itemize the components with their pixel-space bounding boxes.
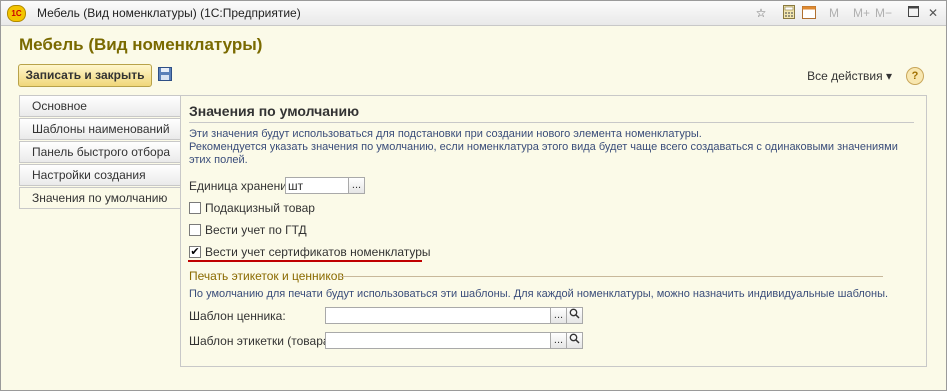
- title-bar: 1С Мебель (Вид номенклатуры) (1С:Предпри…: [1, 1, 946, 26]
- price-template-select-button[interactable]: ...: [550, 307, 567, 324]
- calendar-icon[interactable]: [801, 5, 817, 21]
- tab-default-values[interactable]: Значения по умолчанию: [19, 187, 181, 209]
- memory-plus-button[interactable]: M+: [853, 6, 870, 20]
- section-description: Эти значения будут использоваться для по…: [189, 128, 919, 167]
- window-title: Мебель (Вид номенклатуры) (1С:Предприяти…: [37, 6, 301, 20]
- app-window: 1С Мебель (Вид номенклатуры) (1С:Предпри…: [0, 0, 947, 391]
- tab-quick-filter[interactable]: Панель быстрого отбора: [19, 141, 181, 163]
- description-line-1: Эти значения будут использоваться для по…: [189, 128, 702, 140]
- print-group-description: По умолчанию для печати будут использова…: [189, 288, 889, 300]
- unit-label: Единица хранения:: [189, 179, 297, 193]
- unit-select-button[interactable]: ...: [348, 177, 365, 194]
- close-icon[interactable]: ✕: [925, 5, 941, 21]
- form-title: Мебель (Вид номенклатуры): [19, 35, 263, 54]
- section-divider: [189, 122, 914, 123]
- page-tabs: Основное Шаблоны наименований Панель быс…: [19, 95, 181, 210]
- memory-m-button[interactable]: M: [829, 6, 839, 20]
- tab-name-templates[interactable]: Шаблоны наименований: [19, 118, 181, 140]
- tab-creation-settings[interactable]: Настройки создания: [19, 164, 181, 186]
- save-icon[interactable]: [158, 67, 172, 81]
- price-template-field[interactable]: [325, 307, 551, 324]
- favorites-star-icon[interactable]: ☆: [753, 5, 769, 21]
- 1c-logo-icon[interactable]: 1С: [7, 5, 26, 22]
- excise-label: Подакцизный товар: [205, 201, 315, 215]
- gtd-checkbox[interactable]: [189, 224, 201, 236]
- all-actions-menu[interactable]: Все действия ▾: [807, 69, 892, 83]
- highlight-underline: [188, 260, 422, 262]
- default-values-panel: Значения по умолчанию Эти значения будут…: [180, 95, 927, 367]
- price-template-search-icon[interactable]: [566, 307, 583, 324]
- calculator-icon[interactable]: [781, 5, 797, 21]
- label-template-label: Шаблон этикетки (товара):: [189, 334, 337, 348]
- help-icon[interactable]: ?: [906, 67, 924, 85]
- certificates-label: Вести учет сертификатов номенклатуры: [205, 245, 431, 259]
- label-template-search-icon[interactable]: [566, 332, 583, 349]
- excise-checkbox[interactable]: [189, 202, 201, 214]
- section-title: Значения по умолчанию: [189, 103, 360, 119]
- gtd-label: Вести учет по ГТД: [205, 223, 307, 237]
- tab-main[interactable]: Основное: [19, 95, 181, 117]
- price-template-label: Шаблон ценника:: [189, 309, 286, 323]
- label-template-field[interactable]: [325, 332, 551, 349]
- certificates-checkbox[interactable]: ✔: [189, 246, 201, 258]
- unit-field[interactable]: шт: [285, 177, 349, 194]
- print-group-title: Печать этикеток и ценников: [189, 269, 344, 283]
- description-line-2: Рекомендуется указать значения по умолча…: [189, 141, 898, 166]
- memory-minus-button[interactable]: M−: [875, 6, 892, 20]
- print-group-divider: [339, 276, 883, 277]
- label-template-select-button[interactable]: ...: [550, 332, 567, 349]
- maximize-icon[interactable]: [905, 5, 921, 21]
- save-and-close-button[interactable]: Записать и закрыть: [18, 64, 152, 87]
